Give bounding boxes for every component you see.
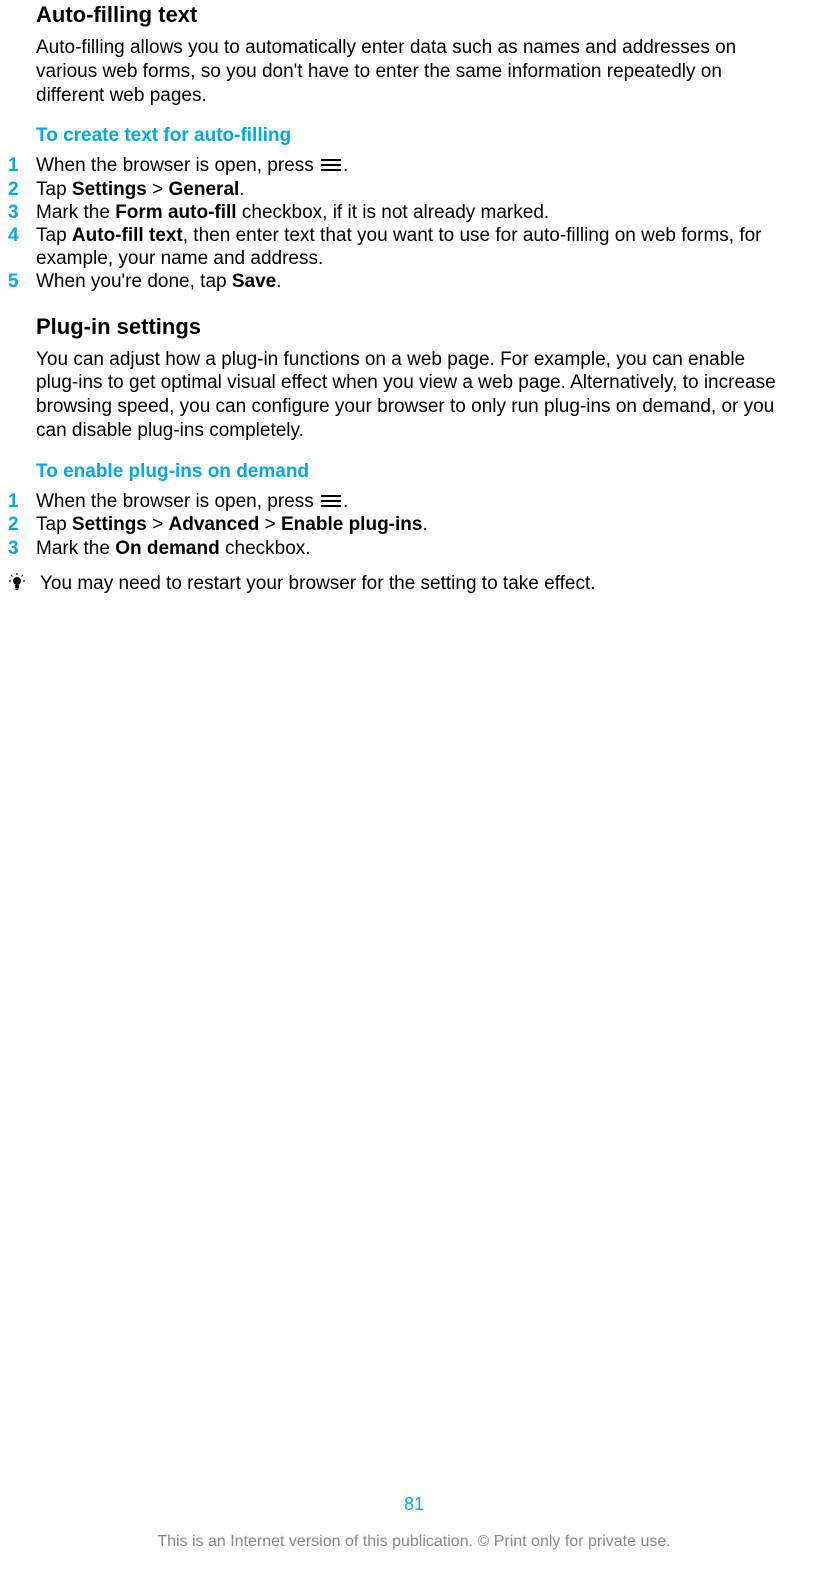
- text-segment: When the browser is open, press: [36, 491, 319, 512]
- text-segment: >: [147, 514, 169, 535]
- text-segment: >: [259, 514, 281, 535]
- page-footer: 81 This is an Internet version of this p…: [0, 1494, 828, 1551]
- bold-segment: Form auto-fill: [115, 202, 236, 223]
- bold-segment: On demand: [115, 538, 220, 559]
- body-autofill: Auto-filling allows you to automatically…: [36, 36, 792, 107]
- menu-icon: [319, 158, 343, 172]
- step-row: 4 Tap Auto-fill text, then enter text th…: [36, 225, 792, 270]
- bold-segment: General: [169, 179, 240, 200]
- step-number: 1: [8, 155, 36, 177]
- page-number: 81: [0, 1494, 828, 1515]
- step-row: 3 Mark the Form auto-fill checkbox, if i…: [36, 202, 792, 224]
- step-number: 5: [8, 271, 36, 293]
- body-plugin: You can adjust how a plug-in functions o…: [36, 348, 792, 443]
- menu-icon: [319, 494, 343, 508]
- step-row: 2 Tap Settings > Advanced > Enable plug-…: [36, 514, 792, 536]
- text-segment: Tap: [36, 225, 72, 246]
- autofill-steps: 1 When the browser is open, press . 2 Ta…: [36, 155, 792, 293]
- step-number: 4: [8, 225, 36, 247]
- step-number: 2: [8, 179, 36, 201]
- step-row: 5 When you're done, tap Save.: [36, 271, 792, 293]
- tip-text: You may need to restart your browser for…: [36, 572, 792, 596]
- text-segment: When the browser is open, press: [36, 155, 319, 176]
- text-segment: When you're done, tap: [36, 271, 232, 292]
- footer-note: This is an Internet version of this publ…: [0, 1533, 828, 1551]
- subheading-enable-plugin: To enable plug-ins on demand: [36, 461, 792, 483]
- text-segment: .: [343, 491, 348, 512]
- tip-row: You may need to restart your browser for…: [8, 572, 792, 597]
- step-number: 3: [8, 202, 36, 224]
- step-row: 1 When the browser is open, press .: [36, 155, 792, 177]
- step-text: Tap Settings > General.: [36, 179, 792, 201]
- text-segment: checkbox.: [220, 538, 311, 559]
- bold-segment: Settings: [72, 514, 147, 535]
- step-row: 2 Tap Settings > General.: [36, 179, 792, 201]
- step-text: When the browser is open, press .: [36, 155, 792, 177]
- step-number: 2: [8, 514, 36, 536]
- text-segment: Mark the: [36, 538, 115, 559]
- bold-segment: Enable plug-ins: [281, 514, 422, 535]
- text-segment: .: [422, 514, 427, 535]
- step-row: 3 Mark the On demand checkbox.: [36, 538, 792, 560]
- plugin-steps: 1 When the browser is open, press . 2 Ta…: [36, 491, 792, 560]
- step-text: When you're done, tap Save.: [36, 271, 792, 293]
- step-text: Tap Auto-fill text, then enter text that…: [36, 225, 792, 270]
- text-segment: .: [239, 179, 244, 200]
- heading-plugin: Plug-in settings: [36, 314, 792, 340]
- subheading-create-autofill: To create text for auto-filling: [36, 125, 792, 147]
- bold-segment: Auto-fill text: [72, 225, 183, 246]
- text-segment: checkbox, if it is not already marked.: [237, 202, 550, 223]
- lightbulb-icon: [8, 572, 36, 597]
- text-segment: .: [276, 271, 281, 292]
- bold-segment: Settings: [72, 179, 147, 200]
- text-segment: >: [147, 179, 169, 200]
- step-number: 1: [8, 491, 36, 513]
- step-number: 3: [8, 538, 36, 560]
- text-segment: .: [343, 155, 348, 176]
- text-segment: Tap: [36, 514, 72, 535]
- step-text: Mark the Form auto-fill checkbox, if it …: [36, 202, 792, 224]
- step-text: Tap Settings > Advanced > Enable plug-in…: [36, 514, 792, 536]
- text-segment: Mark the: [36, 202, 115, 223]
- bold-segment: Advanced: [169, 514, 260, 535]
- step-text: Mark the On demand checkbox.: [36, 538, 792, 560]
- step-text: When the browser is open, press .: [36, 491, 792, 513]
- step-row: 1 When the browser is open, press .: [36, 491, 792, 513]
- heading-autofill: Auto-filling text: [36, 2, 792, 28]
- bold-segment: Save: [232, 271, 276, 292]
- text-segment: Tap: [36, 179, 72, 200]
